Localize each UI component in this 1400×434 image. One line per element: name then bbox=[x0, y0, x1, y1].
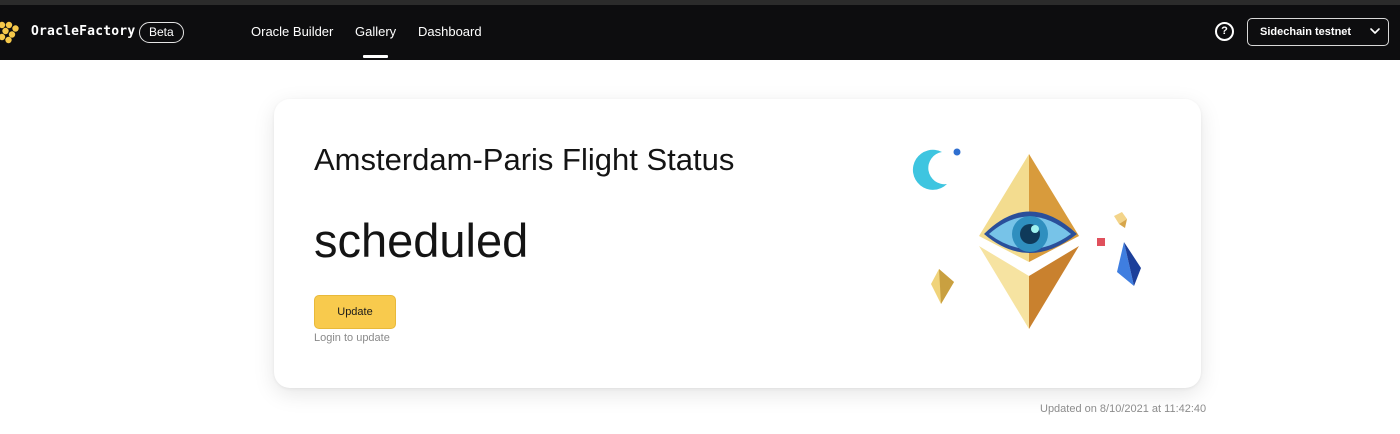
login-note: Login to update bbox=[314, 332, 390, 344]
network-select-value: Sidechain testnet bbox=[1260, 26, 1352, 38]
nav-active-indicator bbox=[363, 55, 388, 58]
question-circle-icon[interactable]: ? bbox=[1215, 22, 1234, 41]
small-sphere-icon bbox=[953, 148, 961, 156]
updated-timestamp: Updated on 8/10/2021 at 11:42:40 bbox=[1040, 403, 1207, 415]
nav-dashboard[interactable]: Dashboard bbox=[418, 24, 482, 39]
oraclefactory-logo-icon[interactable] bbox=[0, 20, 22, 44]
oracle-card: Amsterdam-Paris Flight Status scheduled … bbox=[274, 99, 1201, 388]
network-select[interactable]: Sidechain testnet bbox=[1247, 18, 1389, 46]
status-value: scheduled bbox=[314, 214, 529, 267]
crescent-moon-icon bbox=[912, 149, 947, 190]
top-navbar: OracleFactory Beta Oracle Builder Galler… bbox=[0, 5, 1400, 60]
nav-gallery[interactable]: Gallery bbox=[355, 24, 396, 39]
nav-oracle-builder[interactable]: Oracle Builder bbox=[251, 24, 333, 39]
update-button[interactable]: Update bbox=[314, 295, 396, 329]
chevron-down-icon bbox=[1370, 28, 1380, 34]
brand-name[interactable]: OracleFactory bbox=[31, 24, 135, 39]
ethereum-eye-illustration bbox=[912, 148, 1141, 329]
card-title: Amsterdam-Paris Flight Status bbox=[314, 142, 735, 177]
beta-badge: Beta bbox=[139, 22, 184, 43]
